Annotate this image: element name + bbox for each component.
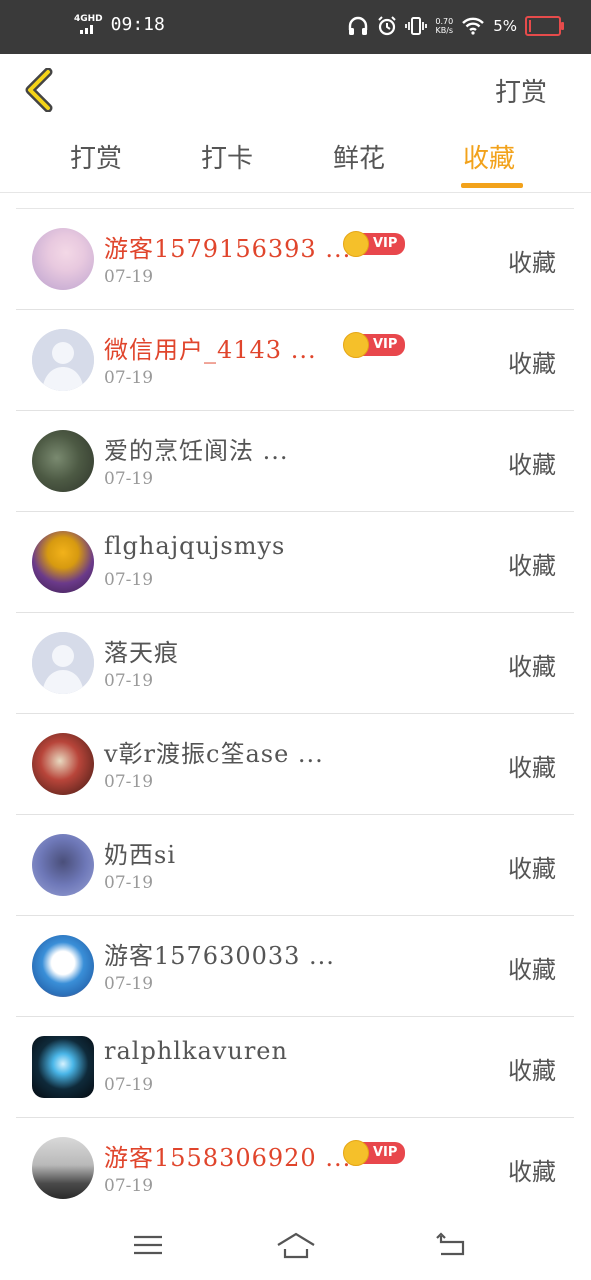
date: 07-19	[104, 469, 154, 489]
list-item[interactable]: 游客157630033 ... 07-19 收藏	[16, 916, 574, 1017]
status-right: 0.70 KB/s 5%	[347, 16, 564, 36]
action-label: 收藏	[508, 552, 556, 580]
action-label: 收藏	[508, 451, 556, 479]
vip-label: VIP	[363, 233, 406, 255]
default-avatar-icon	[32, 329, 94, 391]
action-label: 收藏	[508, 1158, 556, 1186]
action-label: 收藏	[508, 350, 556, 378]
tab-flowers[interactable]: 鲜花	[333, 138, 385, 175]
home-button[interactable]	[275, 1230, 317, 1264]
network-type: 4GHD	[74, 14, 103, 24]
crown-icon	[343, 231, 369, 257]
vip-badge: VIP	[343, 332, 406, 358]
list-item[interactable]: 奶西si 07-19 收藏	[16, 815, 574, 916]
action-label: 收藏	[508, 1057, 556, 1085]
user-name: 奶西si	[104, 841, 176, 869]
back-arrow-icon	[436, 1232, 465, 1256]
default-avatar-icon	[32, 632, 94, 694]
avatar	[32, 632, 94, 694]
list-item[interactable]: 游客1579156393 ... VIP 07-19 收藏	[16, 209, 574, 310]
avatar	[32, 834, 94, 896]
battery-percent: 5%	[493, 17, 517, 35]
date: 07-19	[104, 267, 154, 287]
avatar	[32, 430, 94, 492]
header-bar: 打赏	[0, 54, 591, 126]
user-name: 游客157630033 ...	[104, 942, 335, 970]
date: 07-19	[104, 873, 154, 893]
vip-badge: VIP	[343, 231, 406, 257]
status-left: 4GHD 09:18	[74, 14, 165, 35]
battery-icon	[525, 16, 564, 36]
date: 07-19	[104, 368, 154, 388]
user-name: 游客1579156393 ...	[104, 235, 352, 263]
speed-unit: KB/s	[435, 26, 454, 35]
vibrate-icon	[405, 17, 428, 35]
action-label: 收藏	[508, 653, 556, 681]
tab-reward[interactable]: 打赏	[70, 138, 122, 175]
action-label: 收藏	[508, 249, 556, 277]
menu-icon	[134, 1235, 162, 1255]
user-name: 微信用户_4143 ...	[104, 336, 317, 364]
action-label: 收藏	[508, 956, 556, 984]
vip-label: VIP	[363, 334, 406, 356]
avatar	[32, 935, 94, 997]
network-speed: 0.70 KB/s	[435, 17, 453, 35]
user-name: 游客1558306920 ...	[104, 1144, 352, 1172]
action-label: 收藏	[508, 855, 556, 883]
crown-icon	[343, 1140, 369, 1166]
vip-label: VIP	[363, 1142, 406, 1164]
menu-button[interactable]	[130, 1230, 166, 1264]
list-item[interactable]: 微信用户_4143 ... VIP 07-19 收藏	[16, 310, 574, 411]
crown-icon	[343, 332, 369, 358]
status-bar: 4GHD 09:18 0.70 KB/s 5%	[0, 0, 591, 54]
network-indicator: 4GHD	[74, 15, 103, 34]
header-reward-link[interactable]: 打赏	[495, 72, 547, 109]
system-nav-bar	[0, 1212, 591, 1280]
home-icon	[277, 1232, 315, 1259]
action-label: 收藏	[508, 754, 556, 782]
user-name: ralphlkavuren	[104, 1037, 288, 1065]
date: 07-19	[104, 974, 154, 994]
avatar	[32, 733, 94, 795]
clock: 09:18	[110, 14, 165, 35]
avatar	[32, 1137, 94, 1199]
active-tab-indicator	[461, 183, 523, 188]
avatar	[32, 228, 94, 290]
user-name: 落天痕	[104, 639, 179, 667]
tab-bar: 打赏 打卡 鲜花 收藏	[0, 126, 591, 193]
date: 07-19	[104, 1075, 154, 1095]
chevron-left-icon	[25, 67, 53, 113]
headphones-icon	[349, 16, 368, 35]
list-item[interactable]: 爱的烹饪阆法 ... 07-19 收藏	[16, 411, 574, 512]
user-name: v彰r渡振c筌ase ...	[104, 740, 324, 768]
vip-badge: VIP	[343, 1140, 406, 1166]
avatar	[32, 329, 94, 391]
date: 07-19	[104, 570, 154, 590]
wifi-icon	[462, 17, 485, 35]
alarm-icon	[378, 16, 397, 36]
speed-value: 0.70	[435, 17, 454, 26]
tab-favorites[interactable]: 收藏	[463, 138, 515, 175]
avatar	[32, 1036, 94, 1098]
list-item[interactable]: flghajqujsmys 07-19 收藏	[16, 512, 574, 613]
date: 07-19	[104, 1176, 154, 1196]
list-item[interactable]: 落天痕 07-19 收藏	[16, 613, 574, 714]
back-nav-button[interactable]	[433, 1230, 469, 1264]
avatar	[32, 531, 94, 593]
user-name: 爱的烹饪阆法 ...	[104, 437, 289, 465]
user-name: flghajqujsmys	[104, 532, 286, 560]
list-item[interactable]: 游客1558306920 ... VIP 07-19 收藏	[16, 1118, 574, 1218]
favorites-list: 游客1579156393 ... VIP 07-19 收藏 微信用户_4143 …	[16, 208, 574, 1218]
list-item[interactable]: v彰r渡振c筌ase ... 07-19 收藏	[16, 714, 574, 815]
signal-icon	[80, 25, 93, 34]
date: 07-19	[104, 671, 154, 691]
date: 07-19	[104, 772, 154, 792]
back-button[interactable]	[20, 67, 60, 113]
tab-checkin[interactable]: 打卡	[201, 138, 253, 175]
list-item[interactable]: ralphlkavuren 07-19 收藏	[16, 1017, 574, 1118]
